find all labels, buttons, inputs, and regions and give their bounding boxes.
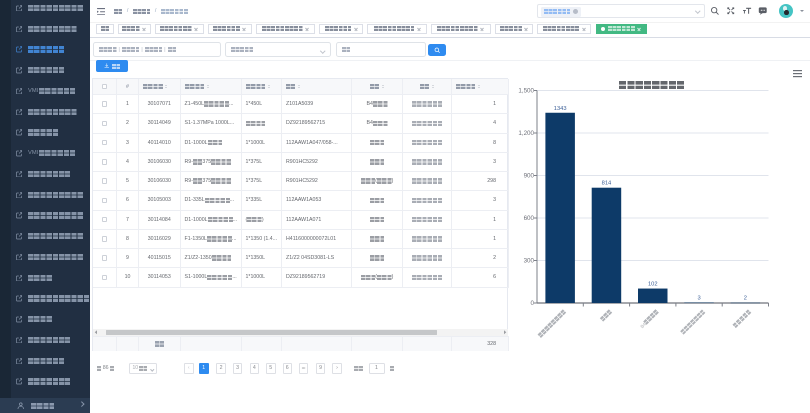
svg-text:1,200: 1,200 [518,130,534,137]
svg-text:3: 3 [697,295,700,301]
svg-text:102: 102 [648,281,658,287]
svg-text:600: 600 [524,215,535,222]
svg-text:2: 2 [744,295,747,301]
svg-text:1,500: 1,500 [518,87,534,94]
svg-text:1343: 1343 [554,105,567,111]
svg-text:300: 300 [524,257,535,264]
svg-text:814: 814 [602,180,612,186]
svg-text:0: 0 [531,300,535,307]
svg-text:900: 900 [524,172,535,179]
